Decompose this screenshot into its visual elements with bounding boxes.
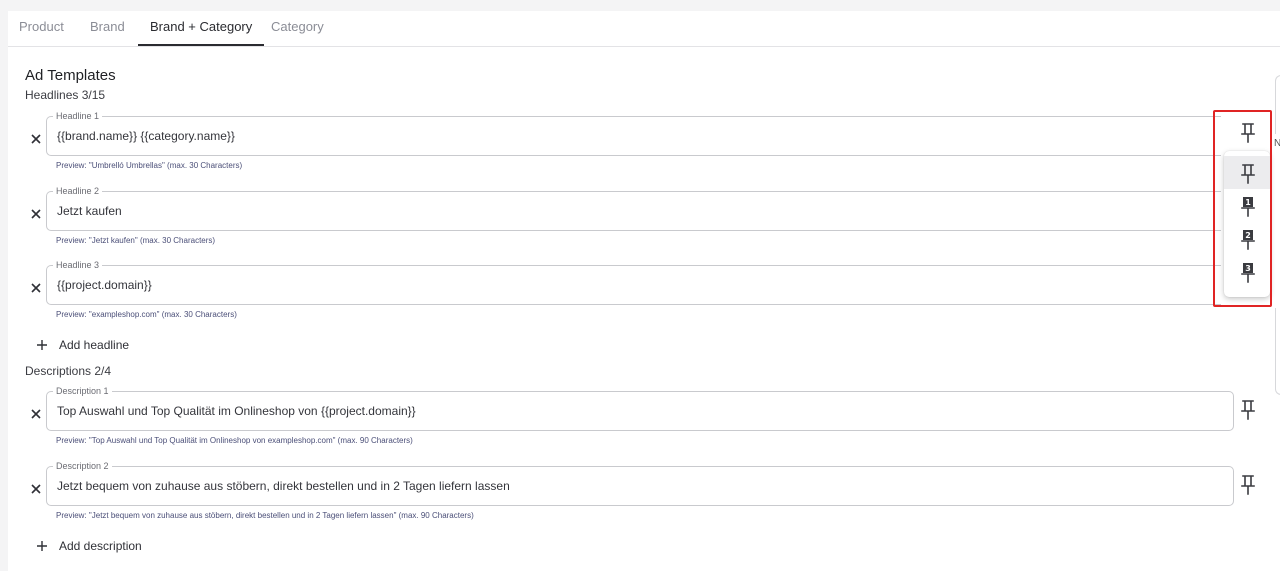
- headline-1-field[interactable]: Headline 1: [46, 111, 1221, 156]
- pin-position-menu: 1 2 3: [1224, 151, 1270, 297]
- pin-option-unpinned[interactable]: [1224, 156, 1270, 189]
- pin-option-position-1[interactable]: 1: [1224, 189, 1270, 222]
- side-panel-edge: [1275, 308, 1280, 395]
- headline-row: Headline 3 Preview: "exampleshop.com" (m…: [8, 260, 1280, 340]
- close-icon: [31, 209, 41, 219]
- close-icon: [31, 484, 41, 494]
- headline-3-preview: Preview: "exampleshop.com" (max. 30 Char…: [56, 310, 237, 319]
- close-icon: [31, 409, 41, 419]
- remove-headline-3-button[interactable]: [29, 281, 43, 295]
- tab-category[interactable]: Category: [271, 11, 324, 45]
- pin-number: 2: [1245, 231, 1251, 240]
- headline-2-preview: Preview: "Jetzt kaufen" (max. 30 Charact…: [56, 236, 216, 245]
- description-2-preview: Preview: "Jetzt bequem von zuhause aus s…: [56, 511, 474, 520]
- headline-1-input[interactable]: [57, 129, 1157, 143]
- description-row: Description 1 Preview: "Top Auswahl und …: [8, 386, 1280, 466]
- headline-2-label: Headline 2: [53, 186, 103, 197]
- headline-row: Headline 2 Preview: "Jetzt kaufen" (max.…: [8, 186, 1280, 266]
- pin-icon: [1241, 164, 1255, 184]
- headline-3-input[interactable]: [57, 278, 1157, 292]
- description-1-field[interactable]: Description 1: [46, 386, 1234, 431]
- remove-description-2-button[interactable]: [29, 482, 43, 496]
- pin-headline-1-button[interactable]: [1240, 122, 1256, 144]
- tab-product[interactable]: Product: [19, 11, 64, 45]
- add-headline-label: Add headline: [59, 338, 130, 352]
- description-1-input[interactable]: [57, 404, 1157, 418]
- description-row: Description 2 Preview: "Jetzt bequem von…: [8, 461, 1280, 541]
- headline-1-label: Headline 1: [53, 111, 103, 122]
- descriptions-heading: Descriptions 2/4: [25, 364, 112, 378]
- headline-2-field[interactable]: Headline 2: [46, 186, 1221, 231]
- side-panel-edge: [1275, 75, 1280, 134]
- pin-icon: [1241, 475, 1255, 495]
- section-title: Ad Templates: [25, 67, 116, 84]
- headline-row: Headline 1 Preview: "Umbrelló Umbrellas"…: [8, 111, 1280, 191]
- tab-brand-category[interactable]: Brand + Category: [138, 11, 265, 46]
- description-2-input[interactable]: [57, 479, 1157, 493]
- pin-option-position-3[interactable]: 3: [1224, 255, 1270, 288]
- side-panel-letter: N: [1274, 138, 1280, 149]
- pin-icon: [1241, 400, 1255, 420]
- tab-brand[interactable]: Brand: [90, 11, 125, 45]
- ad-templates-panel: Product Brand Brand + Category Category …: [8, 11, 1280, 571]
- plus-icon: [37, 541, 47, 551]
- headline-1-preview: Preview: "Umbrelló Umbrellas" (max. 30 C…: [56, 161, 243, 170]
- pin-description-1-button[interactable]: [1240, 399, 1256, 421]
- pin-number: 1: [1245, 198, 1251, 207]
- headline-3-label: Headline 3: [53, 260, 103, 271]
- headline-3-field[interactable]: Headline 3: [46, 260, 1221, 305]
- pin-1-icon: 1: [1241, 197, 1255, 217]
- plus-icon: [37, 340, 47, 350]
- pin-description-2-button[interactable]: [1240, 474, 1256, 496]
- pin-3-icon: 3: [1241, 263, 1255, 283]
- close-icon: [31, 134, 41, 144]
- description-1-label: Description 1: [53, 386, 112, 397]
- description-2-label: Description 2: [53, 461, 112, 472]
- remove-headline-1-button[interactable]: [29, 132, 43, 146]
- description-2-field[interactable]: Description 2: [46, 461, 1234, 506]
- remove-headline-2-button[interactable]: [29, 207, 43, 221]
- add-description-label: Add description: [59, 539, 142, 553]
- pin-option-position-2[interactable]: 2: [1224, 222, 1270, 255]
- pin-icon: [1241, 123, 1255, 143]
- close-icon: [31, 283, 41, 293]
- headlines-heading: Headlines 3/15: [25, 88, 106, 102]
- remove-description-1-button[interactable]: [29, 407, 43, 421]
- pin-2-icon: 2: [1241, 230, 1255, 250]
- headline-2-input[interactable]: [57, 204, 1157, 218]
- pin-number: 3: [1245, 264, 1251, 273]
- tab-bar: Product Brand Brand + Category Category: [8, 11, 1280, 47]
- description-1-preview: Preview: "Top Auswahl und Top Qualität i…: [56, 436, 413, 445]
